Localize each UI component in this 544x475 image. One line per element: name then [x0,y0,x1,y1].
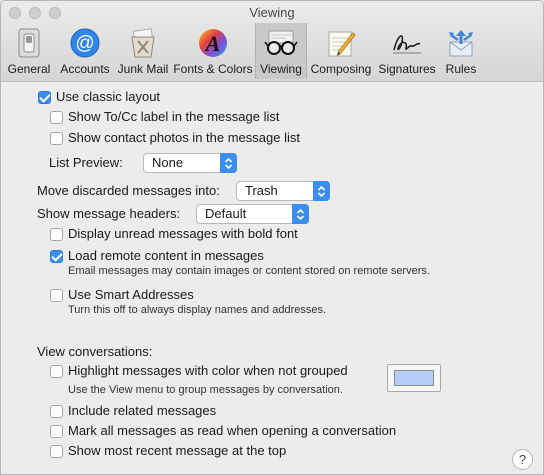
help-button[interactable]: ? [512,449,533,470]
toolbar-item-signatures[interactable]: Signatures [375,23,439,79]
list-preview-popup[interactable]: None [143,153,237,173]
move-discarded-value: Trash [245,183,278,198]
move-discarded-popup[interactable]: Trash [236,181,330,201]
most-recent-top-checkbox[interactable] [50,445,63,458]
include-related-checkbox[interactable] [50,405,63,418]
preferences-toolbar: General @ Accounts Junk Mail A Fonts & C… [3,23,483,79]
toolbar-label: Viewing [260,62,302,76]
window-title: Viewing [249,5,295,20]
show-contact-photos-checkbox[interactable] [50,132,63,145]
view-conversations-heading: View conversations: [37,344,153,359]
toolbar-item-junk-mail[interactable]: Junk Mail [115,23,171,79]
chevron-up-down-icon [292,204,309,224]
eyeglasses-icon [264,27,298,59]
highlight-color-checkbox[interactable] [50,365,63,378]
highlight-color-swatch [394,370,434,386]
toolbar-item-accounts[interactable]: @ Accounts [55,23,115,79]
chevron-up-down-icon [220,153,237,173]
list-preview-label: List Preview: [49,155,123,170]
show-contact-photos-label: Show contact photos in the message list [68,130,300,145]
message-headers-label: Show message headers: [37,206,181,221]
pencil-paper-icon [324,27,358,59]
toolbar-item-fonts-colors[interactable]: A Fonts & Colors [171,23,255,79]
remote-content-label: Load remote content in messages [68,248,264,263]
toolbar-item-rules[interactable]: Rules [439,23,483,79]
preferences-window: Viewing General @ Accounts Junk Mail A F… [0,0,544,475]
chevron-up-down-icon [313,181,330,201]
include-related-label: Include related messages [68,403,217,418]
toolbar-item-general[interactable]: General [3,23,55,79]
mark-all-read-checkbox[interactable] [50,425,63,438]
rules-arrows-icon [444,27,478,59]
bold-unread-checkbox[interactable] [50,228,63,241]
toolbar-label: General [7,62,51,76]
smart-addresses-checkbox[interactable] [50,289,63,302]
use-classic-layout-label: Use classic layout [56,89,161,104]
title-bar: Viewing General @ Accounts Junk Mail A F… [1,1,543,82]
general-switch-icon [12,27,46,59]
at-sign-icon: @ [68,27,102,59]
message-headers-popup[interactable]: Default [196,204,309,224]
list-preview-value: None [152,155,184,170]
signature-icon [390,27,424,59]
fonts-colors-icon: A [196,27,230,59]
toolbar-item-viewing[interactable]: Viewing [255,23,307,79]
highlight-color-label: Highlight messages with color when not g… [68,363,348,378]
bold-unread-label: Display unread messages with bold font [68,226,298,241]
remote-content-help: Email messages may contain images or con… [68,265,430,277]
show-tocc-checkbox[interactable] [50,111,63,124]
toolbar-label: Accounts [60,62,110,76]
svg-text:@: @ [75,33,94,54]
message-headers-value: Default [205,206,247,221]
highlight-color-help: Use the View menu to group messages by c… [68,384,343,396]
move-discarded-label: Move discarded messages into: [37,183,220,198]
toolbar-label: Fonts & Colors [173,62,253,76]
highlight-color-well[interactable] [387,364,441,392]
show-tocc-label: Show To/Cc label in the message list [68,109,280,124]
smart-addresses-label: Use Smart Addresses [68,287,194,302]
smart-addresses-help: Turn this off to always display names an… [68,304,327,316]
trash-bin-icon [126,27,160,59]
toolbar-label: Signatures [378,62,436,76]
toolbar-label: Composing [310,62,372,76]
toolbar-label: Junk Mail [117,62,169,76]
toolbar-item-composing[interactable]: Composing [307,23,375,79]
mark-all-read-label: Mark all messages as read when opening a… [68,423,397,438]
remote-content-checkbox[interactable] [50,250,63,263]
svg-text:A: A [204,31,221,56]
use-classic-layout-checkbox[interactable] [38,91,51,104]
toolbar-label: Rules [445,62,477,76]
most-recent-top-label: Show most recent message at the top [68,443,287,458]
